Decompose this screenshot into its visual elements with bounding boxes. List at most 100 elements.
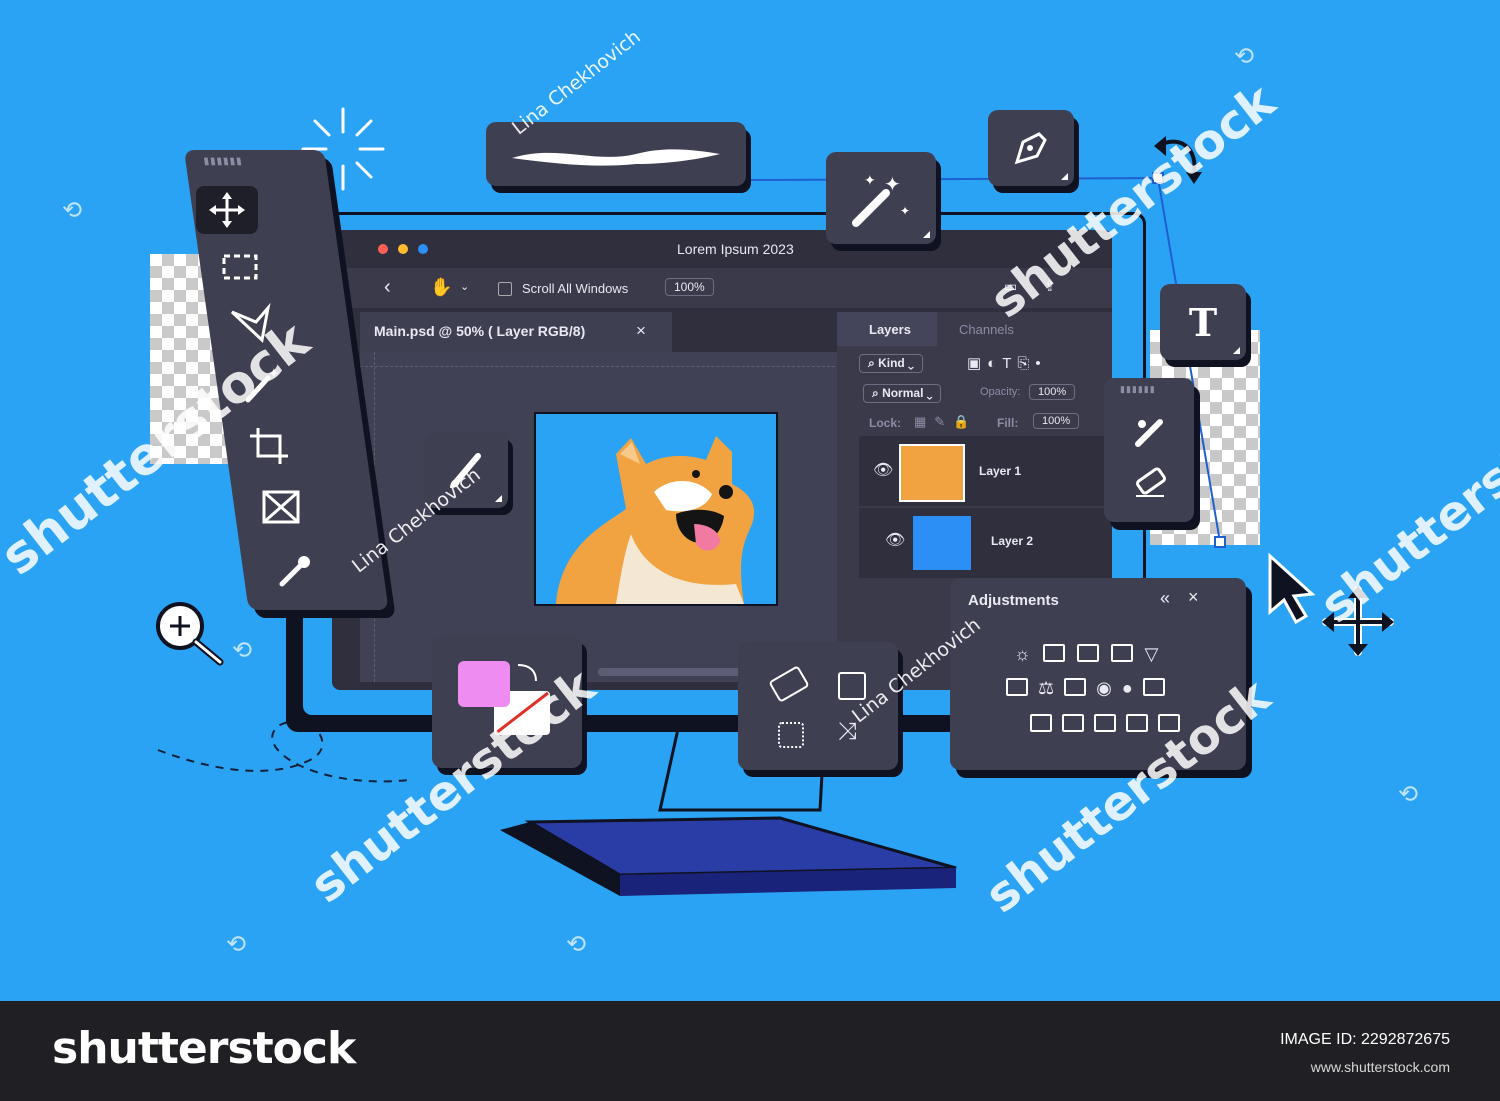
footer-url: www.shutterstock.com xyxy=(1310,1059,1450,1075)
layer-thumbnail xyxy=(899,444,965,502)
brightness-icon[interactable]: ☼ xyxy=(1014,644,1031,665)
scroll-all-windows-label: Scroll All Windows xyxy=(522,281,629,296)
pen-tool-icon xyxy=(1014,132,1047,165)
layer-thumbnail xyxy=(913,516,971,570)
panel-grip-icon[interactable]: ▮▮▮▮▮▮ xyxy=(203,156,244,167)
layer-filter-icons[interactable]: ▣◐T⎘• xyxy=(967,354,1047,372)
tool-flyout-indicator xyxy=(1233,347,1240,354)
kind-filter-label: Kind xyxy=(878,356,905,370)
arrow-cursor-icon xyxy=(1268,552,1316,625)
frame-tool-icon[interactable] xyxy=(258,486,308,530)
blend-mode-label: Normal xyxy=(882,386,924,400)
corgi-illustration xyxy=(556,436,755,604)
visibility-eye-icon[interactable]: 👁 xyxy=(873,460,893,480)
tab-layers[interactable]: Layers xyxy=(837,312,937,346)
kind-filter[interactable]: ⌕ Kind ⌄ xyxy=(859,354,923,373)
move-tool-button[interactable] xyxy=(196,186,258,234)
adjustments-row-1: ☼ ▽ xyxy=(1014,644,1158,665)
stock-mark-icon: ⟲ xyxy=(226,931,247,958)
close-tab-icon[interactable]: × xyxy=(636,321,646,341)
bandage-icon xyxy=(768,665,810,703)
layer-name: Layer 2 xyxy=(991,534,1034,548)
curves-icon[interactable] xyxy=(1076,644,1099,662)
zoom-window-button[interactable] xyxy=(418,244,428,254)
lock-label: Lock: xyxy=(869,416,902,430)
hue-saturation-icon[interactable] xyxy=(1006,678,1028,696)
svg-text:✦: ✦ xyxy=(884,172,901,196)
ruler-horizontal xyxy=(360,352,840,367)
tool-flyout-indicator xyxy=(923,231,930,238)
minimize-window-button[interactable] xyxy=(398,244,408,254)
blend-mode-select[interactable]: ⌕ Normal ⌄ xyxy=(863,384,942,403)
pen-tool-tile[interactable] xyxy=(988,110,1074,186)
eraser-icon[interactable] xyxy=(1130,462,1170,502)
type-tool-tile[interactable]: T xyxy=(1160,284,1246,360)
crop-tool-icon[interactable] xyxy=(246,424,296,468)
layer-name: Layer 1 xyxy=(979,464,1022,478)
tool-flyout-indicator xyxy=(1061,173,1068,180)
layer-row[interactable]: 👁 Layer 1 xyxy=(859,436,1112,506)
fill-field[interactable]: 100% xyxy=(1033,413,1080,429)
magic-wand-icon: ✦ ✦ ✦ xyxy=(852,172,910,227)
collapse-icon[interactable]: « xyxy=(1160,588,1170,609)
color-balance-icon[interactable]: ⚖ xyxy=(1038,678,1054,699)
stock-mark-icon: ⟲ xyxy=(1234,43,1255,70)
close-window-button[interactable] xyxy=(378,244,388,254)
document-tab[interactable]: Main.psd @ 50% ( Layer RGB/8) × xyxy=(360,312,672,352)
svg-text:✦: ✦ xyxy=(864,173,876,189)
opacity-field[interactable]: 100% xyxy=(1029,384,1076,400)
healing-brush-icon[interactable] xyxy=(1130,412,1170,452)
stock-footer: shutterstock IMAGE ID: 2292872675 www.sh… xyxy=(0,1001,1500,1101)
black-white-icon[interactable] xyxy=(1064,678,1087,696)
lock-icons[interactable]: ▦✎🔒 xyxy=(914,414,977,430)
channel-mixer-icon[interactable]: ● xyxy=(1122,678,1133,699)
layer-row[interactable]: 👁 Layer 2 xyxy=(859,508,1112,578)
tab-channels[interactable]: Channels xyxy=(959,322,1014,337)
document-tab-label: Main.psd @ 50% ( Layer RGB/8) xyxy=(374,323,586,339)
zoom-level-field[interactable]: 100% xyxy=(665,278,714,296)
chip-icon xyxy=(778,722,804,748)
brush-stroke-preview xyxy=(512,149,720,166)
stock-mark-icon: ⟲ xyxy=(566,931,587,958)
hand-tool-icon[interactable]: ✋ xyxy=(430,277,452,298)
shuffle-icon: ⤨ xyxy=(838,718,858,745)
close-icon[interactable]: × xyxy=(1188,587,1199,608)
panel-grip-icon[interactable]: ▮▮▮▮▮▮ xyxy=(1120,384,1156,395)
selective-color-icon[interactable] xyxy=(1126,714,1148,732)
threshold-icon[interactable] xyxy=(1094,714,1116,732)
exposure-icon[interactable] xyxy=(1110,644,1133,662)
illustration-canvas: Lorem Ipsum 2023 ‹ ✋ ⌄ Scroll All Window… xyxy=(0,0,1500,1001)
color-lookup-icon[interactable] xyxy=(1142,678,1165,696)
stock-mark-icon: ⟲ xyxy=(1398,781,1419,808)
tool-flyout-indicator xyxy=(495,495,502,502)
canvas-image[interactable] xyxy=(534,412,778,606)
stock-mark-icon: ⟲ xyxy=(62,197,83,224)
marquee-tool-icon[interactable] xyxy=(218,248,268,288)
eyedropper-tool-icon[interactable] xyxy=(272,548,322,592)
magic-wand-tile[interactable]: ✦ ✦ ✦ xyxy=(826,152,936,244)
watermark-brand: shutterstock xyxy=(1310,378,1500,635)
type-tool-icon: T xyxy=(1188,299,1218,345)
svg-text:✦: ✦ xyxy=(900,204,910,218)
vibrance-icon[interactable]: ▽ xyxy=(1145,644,1159,665)
fill-label: Fill: xyxy=(997,416,1019,430)
back-chevron-icon[interactable]: ‹ xyxy=(384,276,391,299)
adjustments-title: Adjustments xyxy=(968,592,1059,609)
levels-icon[interactable] xyxy=(1042,644,1065,662)
title-bar: Lorem Ipsum 2023 xyxy=(332,230,1112,268)
adjustments-row-2: ⚖ ◉ ● xyxy=(1006,678,1165,699)
footer-logo: shutterstock xyxy=(52,1023,356,1074)
scroll-all-windows-checkbox[interactable] xyxy=(498,282,512,296)
opacity-label: Opacity: xyxy=(980,386,1021,398)
invert-icon[interactable] xyxy=(1030,714,1052,732)
photo-filter-icon[interactable]: ◉ xyxy=(1096,678,1112,699)
chevron-down-icon[interactable]: ⌄ xyxy=(460,280,469,293)
posterize-icon[interactable] xyxy=(1062,714,1084,732)
stock-mark-icon: ⟲ xyxy=(232,637,253,664)
adjustments-row-3 xyxy=(1030,714,1180,732)
visibility-eye-icon[interactable]: 👁 xyxy=(885,530,905,550)
footer-image-id: IMAGE ID: 2292872675 xyxy=(1280,1031,1450,1048)
zoom-tool-icon[interactable] xyxy=(150,598,230,670)
brush-eraser-panel: ▮▮▮▮▮▮ xyxy=(1104,378,1194,522)
stamp-icon xyxy=(838,672,866,700)
